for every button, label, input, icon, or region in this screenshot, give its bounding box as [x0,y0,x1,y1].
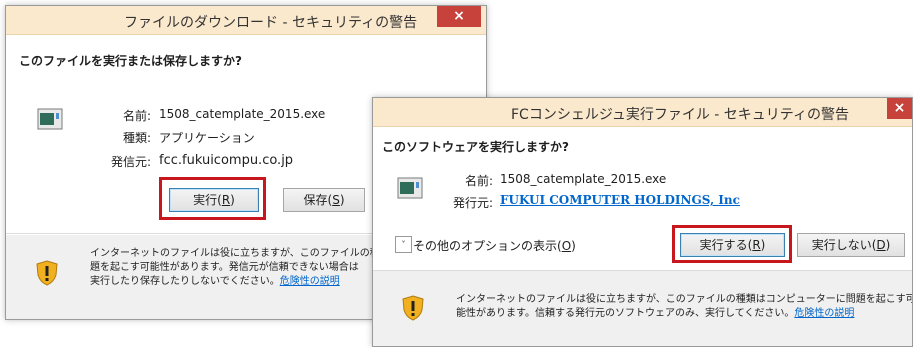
executable-file-icon [37,108,63,130]
close-button[interactable]: × [887,98,912,119]
warning-text: インターネットのファイルは役に立ちますが、このファイルの種類はコンピューターに問… [456,294,913,319]
run-button-highlight [672,225,792,263]
type-label: 種類: [122,131,151,145]
name-value: 1508_catemplate_2015.exe [500,172,667,186]
save-button[interactable]: 保存(S) [283,188,365,212]
dialog-title: FCコンシェルジュ実行ファイル - セキュリティの警告 [511,107,849,123]
shield-warning-icon [36,260,58,286]
name-value: 1508_catemplate_2015.exe [159,107,326,121]
risk-explanation-link[interactable]: 危険性の説明 [794,308,854,319]
chevron-down-icon[interactable]: ˅ [395,236,412,253]
run-button-highlight [159,177,266,220]
warning-footer: インターネットのファイルは役に立ちますが、このファイルの種類はコンピューターに問… [373,271,912,346]
publisher-label: 発行元: [452,196,493,210]
name-label: 名前: [122,109,151,123]
type-value: アプリケーション [159,131,255,145]
shield-warning-icon [402,295,424,321]
title-bar[interactable]: FCコンシェルジュ実行ファイル - セキュリティの警告 × [373,98,912,127]
do-not-run-button[interactable]: 実行しない(D) [797,233,905,257]
question-text: このファイルを実行または保存しますか? [19,54,242,68]
dialog-title: ファイルのダウンロード - セキュリティの警告 [124,15,418,31]
publisher-link[interactable]: FUKUI COMPUTER HOLDINGS, Inc [500,193,740,207]
name-label: 名前: [464,174,493,188]
executable-file-icon [397,177,423,199]
more-options-toggle[interactable]: その他のオプションの表示(O) [413,237,576,254]
run-security-dialog: FCコンシェルジュ実行ファイル - セキュリティの警告 × このソフトウェアを実… [372,97,913,347]
title-bar[interactable]: ファイルのダウンロード - セキュリティの警告 × [6,6,486,35]
question-text: このソフトウェアを実行しますか? [382,140,569,154]
publisher-value: fcc.fukuicompu.co.jp [159,153,294,168]
close-button[interactable]: × [437,6,481,27]
publisher-label: 発信元: [110,155,151,169]
risk-explanation-link[interactable]: 危険性の説明 [280,276,340,287]
